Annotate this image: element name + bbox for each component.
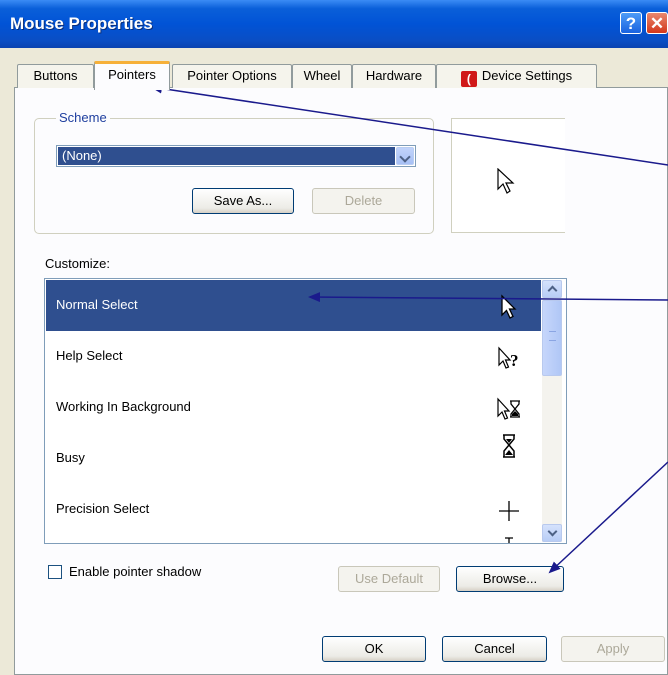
customize-label: Customize: [45,256,111,271]
use-default-button[interactable]: Use Default [338,566,440,592]
scroll-up-icon[interactable] [542,280,562,298]
device-settings-icon: ( [460,71,477,87]
list-item[interactable]: Precision Select [46,484,541,535]
hourglass-icon [503,434,515,458]
tab-hardware[interactable]: Hardware [352,64,436,88]
tab-label: Pointer Options [187,68,277,83]
working-cursor-icon [497,397,520,420]
save-as-button[interactable]: Save As... [192,188,294,214]
mouse-properties-window: Mouse Properties ? ✕ Buttons Pointers Po… [0,0,668,675]
tab-device-settings[interactable]: ( Device Settings [436,64,597,88]
text-select-icon [505,537,513,543]
chevron-down-icon[interactable] [396,147,414,165]
ok-button[interactable]: OK [322,636,426,662]
list-item-label: Working In Background [56,399,191,414]
list-item-label: Busy [56,450,85,465]
list-item-label: Help Select [56,348,123,363]
scheme-group-label: Scheme [56,110,110,125]
tab-buttons[interactable]: Buttons [17,64,94,88]
scheme-groupbox [34,118,434,234]
tab-label: Hardware [365,68,423,83]
tab-pointer-options[interactable]: Pointer Options [172,64,292,88]
title-bar[interactable]: Mouse Properties ? ✕ [0,0,668,48]
list-scrollbar[interactable] [542,280,562,542]
scroll-down-icon[interactable] [542,524,562,542]
pointer-shadow-checkbox[interactable] [48,565,62,579]
tab-label: Device Settings [481,68,573,83]
browse-button[interactable]: Browse... [456,566,564,592]
list-item-label: Precision Select [56,501,150,516]
cursor-preview [451,118,565,233]
help-cursor-icon: ? [498,346,519,370]
list-item-label: Normal Select [56,297,138,312]
scheme-dropdown[interactable]: (None) [56,145,416,167]
help-button[interactable]: ? [620,12,642,34]
list-item[interactable]: Busy [46,433,541,484]
tab-pointers[interactable]: Pointers [94,61,170,90]
pointer-shadow-label[interactable]: Enable pointer shadow [69,564,201,579]
tab-label: Pointers [108,67,156,82]
arrow-cursor-icon [501,294,517,319]
scheme-selected-value: (None) [58,147,395,165]
close-button[interactable]: ✕ [646,12,668,34]
list-item[interactable]: Help Select ? [46,331,541,382]
window-title: Mouse Properties [10,14,153,33]
tab-label: Buttons [33,68,78,83]
tab-wheel[interactable]: Wheel [292,64,352,88]
tab-label: Wheel [303,68,341,83]
delete-button[interactable]: Delete [312,188,415,214]
arrow-cursor-icon [497,168,515,194]
svg-text:?: ? [510,351,519,370]
apply-button[interactable]: Apply [561,636,665,662]
list-item[interactable]: Normal Select [46,280,541,331]
cursor-list[interactable]: Normal Select Help Select ? Working In B… [44,278,567,544]
list-item[interactable] [46,535,541,543]
scroll-thumb[interactable] [542,300,562,376]
list-item[interactable]: Working In Background [46,382,541,433]
crosshair-icon [499,501,519,521]
cancel-button[interactable]: Cancel [442,636,547,662]
